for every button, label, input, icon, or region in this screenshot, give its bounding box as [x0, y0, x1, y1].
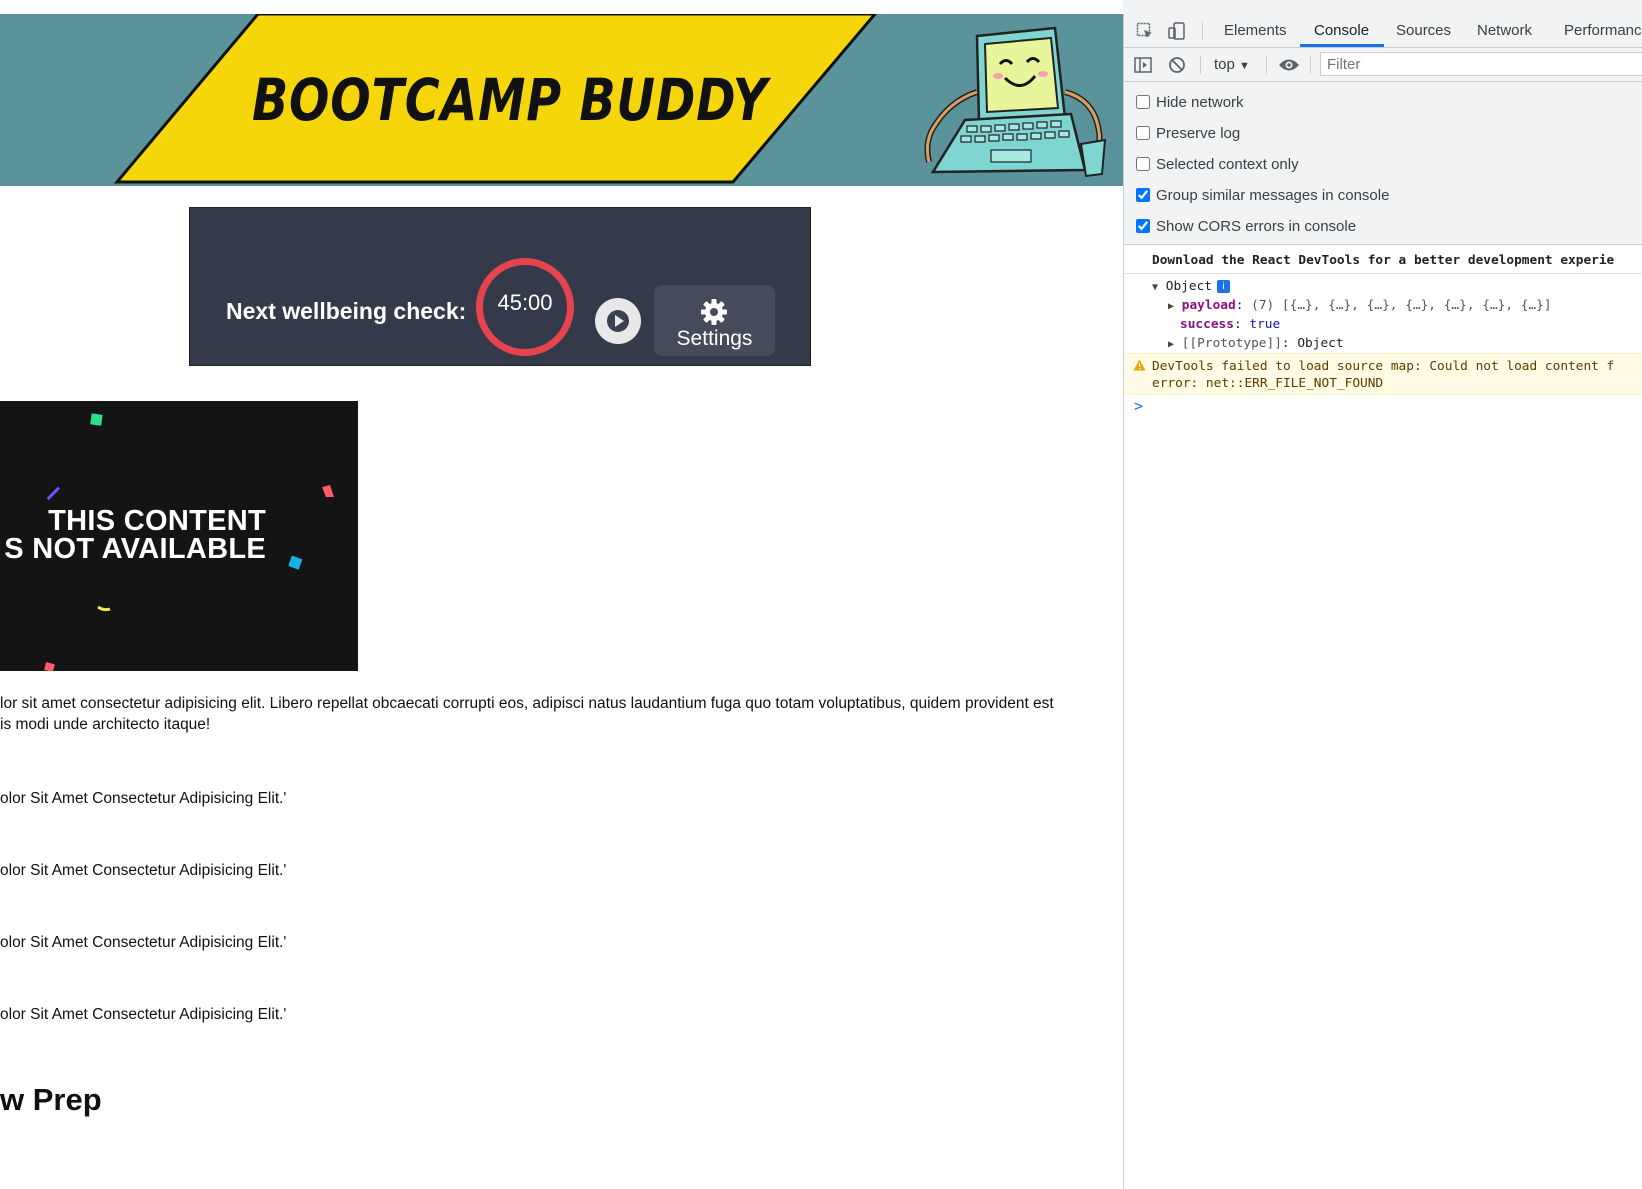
success-row: success: true	[1180, 317, 1281, 332]
console-divider	[1124, 273, 1642, 274]
expanded-triangle-icon: ▼	[1152, 282, 1159, 293]
header-banner: BOOTCAMP BUDDY	[0, 14, 1123, 186]
console-settings: Hide network Preserve log Selected conte…	[1124, 82, 1642, 245]
warning-text-line2: error: net::ERR_FILE_NOT_FOUND	[1152, 376, 1384, 391]
play-button[interactable]	[595, 298, 641, 344]
settings-button[interactable]: Settings	[654, 285, 775, 356]
option-preserve-log[interactable]: Preserve log	[1136, 125, 1240, 142]
success-value: true	[1249, 317, 1281, 332]
success-key: success	[1180, 317, 1234, 332]
video-unavailable-placeholder[interactable]: THIS CONTENT S NOT AVAILABLE	[0, 401, 358, 671]
option-label: Group similar messages in console	[1156, 187, 1390, 204]
clear-console-icon[interactable]	[1168, 56, 1186, 74]
console-filter-input[interactable]	[1320, 52, 1642, 76]
devtools-tab-bar: Elements Console Sources Network Perform…	[1124, 14, 1642, 48]
paragraph-line-2: is modi unde architecto itaque!	[0, 716, 211, 733]
payload-value: (7) [{…}, {…}, {…}, {…}, {…}, {…}, {…}]	[1251, 298, 1552, 313]
settings-label: Settings	[676, 327, 753, 350]
option-label: Hide network	[1156, 94, 1244, 111]
devtools-panel: Elements Console Sources Network Perform…	[1123, 14, 1642, 1189]
context-value: top	[1214, 56, 1235, 73]
toolbar-divider	[1202, 22, 1203, 40]
video-text-line1: THIS CONTENT	[48, 505, 266, 537]
tab-elements[interactable]: Elements	[1224, 22, 1287, 39]
collapsed-triangle-icon: ▶	[1168, 301, 1175, 312]
laptop-mascot-icon	[924, 26, 1107, 178]
option-label: Show CORS errors in console	[1156, 218, 1357, 235]
prototype-value: Object	[1297, 336, 1344, 351]
quote-item: olor Sit Amet Consectetur Adipisicing El…	[0, 934, 287, 951]
hide-network-checkbox[interactable]	[1136, 95, 1150, 109]
console-output: Download the React DevTools for a better…	[1124, 245, 1642, 1189]
wellbeing-timer-panel: Next wellbeing check: 45:00 Settings	[189, 207, 811, 366]
play-icon	[607, 310, 629, 332]
option-hide-network[interactable]: Hide network	[1136, 94, 1244, 111]
console-object-row[interactable]: ▼ Object i	[1152, 279, 1230, 294]
toolbar-divider	[1310, 56, 1311, 74]
device-toolbar-icon[interactable]	[1168, 22, 1186, 40]
active-tab-indicator	[1300, 44, 1384, 47]
app-title: BOOTCAMP BUDDY	[251, 66, 769, 134]
chevron-down-icon: ▼	[1239, 60, 1250, 72]
tab-console[interactable]: Console	[1314, 22, 1369, 39]
video-text-line2: S NOT AVAILABLE	[4, 533, 266, 565]
option-selected-context-only[interactable]: Selected context only	[1136, 156, 1299, 173]
payload-row[interactable]: ▶ payload: (7) [{…}, {…}, {…}, {…}, {…},…	[1168, 298, 1552, 313]
prototype-key: [[Prototype]]	[1181, 336, 1282, 351]
web-page: BOOTCAMP BUDDY Next wellbeing check: 45:…	[0, 0, 1123, 1189]
section-heading: w Prep	[0, 1082, 102, 1117]
timer-ring: 45:00	[476, 258, 574, 356]
object-label: Object	[1165, 279, 1212, 294]
warning-icon	[1133, 359, 1146, 371]
live-expression-eye-icon[interactable]	[1278, 56, 1300, 74]
prototype-row[interactable]: ▶ [[Prototype]]: Object	[1168, 336, 1344, 351]
tab-sources[interactable]: Sources	[1396, 22, 1451, 39]
console-message-react: Download the React DevTools for a better…	[1152, 253, 1615, 268]
console-prompt[interactable]: >	[1134, 397, 1143, 415]
gear-icon	[701, 299, 727, 325]
option-group-similar[interactable]: Group similar messages in console	[1136, 187, 1389, 204]
context-selector[interactable]: top ▼	[1214, 56, 1250, 73]
option-show-cors-errors[interactable]: Show CORS errors in console	[1136, 218, 1356, 235]
info-icon[interactable]: i	[1216, 280, 1230, 293]
sidebar-toggle-icon[interactable]	[1134, 56, 1152, 74]
toolbar-divider	[1200, 56, 1201, 74]
group-similar-checkbox[interactable]	[1136, 188, 1150, 202]
console-toolbar: top ▼	[1124, 48, 1642, 82]
tab-network[interactable]: Network	[1477, 22, 1532, 39]
inspect-element-icon[interactable]	[1136, 22, 1154, 40]
timer-value: 45:00	[497, 290, 553, 315]
video-unavailable-text: THIS CONTENT S NOT AVAILABLE	[0, 505, 266, 565]
selected-context-checkbox[interactable]	[1136, 157, 1150, 171]
warning-text-line1: DevTools failed to load source map: Coul…	[1152, 359, 1615, 374]
option-label: Preserve log	[1156, 125, 1241, 142]
lorem-paragraph: lor sit amet consectetur adipisicing eli…	[0, 693, 1054, 735]
toolbar-divider	[1266, 56, 1267, 74]
show-cors-checkbox[interactable]	[1136, 219, 1150, 233]
console-warning: DevTools failed to load source map: Coul…	[1124, 353, 1642, 395]
quote-item: olor Sit Amet Consectetur Adipisicing El…	[0, 1006, 287, 1023]
quote-item: olor Sit Amet Consectetur Adipisicing El…	[0, 790, 287, 807]
paragraph-line-1: lor sit amet consectetur adipisicing eli…	[0, 695, 1054, 712]
payload-key: payload	[1181, 298, 1236, 313]
quote-item: olor Sit Amet Consectetur Adipisicing El…	[0, 862, 287, 879]
collapsed-triangle-icon: ▶	[1168, 339, 1175, 350]
preserve-log-checkbox[interactable]	[1136, 126, 1150, 140]
timer-label: Next wellbeing check:	[226, 298, 467, 324]
option-label: Selected context only	[1156, 156, 1299, 173]
tab-performance[interactable]: Performance	[1564, 22, 1642, 39]
